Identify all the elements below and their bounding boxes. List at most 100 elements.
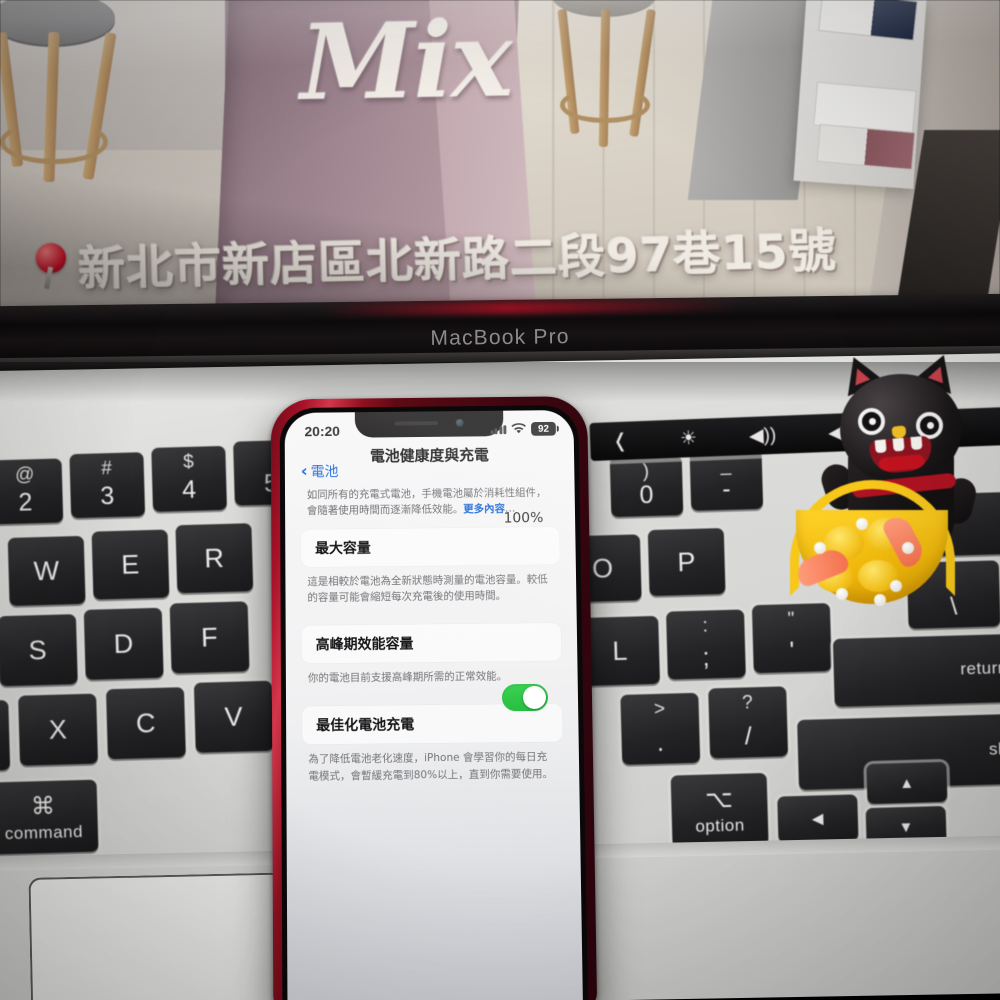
key-4[interactable]: $ 4 <box>151 445 228 512</box>
maximum-capacity-value: 100% <box>503 509 544 527</box>
key-command[interactable]: ⌘ command <box>0 779 99 855</box>
key-3[interactable]: # 3 <box>69 452 146 519</box>
bar-stool <box>0 0 125 183</box>
peak-performance-footnote: 你的電池目前支援高峰期所需的正常效能。 <box>307 670 508 685</box>
key-return-label: return <box>960 658 1000 679</box>
key-e[interactable]: E <box>91 529 170 600</box>
key-x-label: X <box>48 713 68 745</box>
key-p-label: P <box>676 546 697 577</box>
key-d[interactable]: D <box>83 607 164 680</box>
key-quote-label: ' <box>789 637 796 666</box>
black-cat-figurine <box>782 348 1000 633</box>
key-e-label: E <box>120 548 141 580</box>
key-option-right[interactable]: ⌥ option <box>670 772 769 848</box>
stool-footrest <box>560 87 650 123</box>
photo-scene: Mix 新北市新店區北新路二段97巷15號 MacBook Pro @ 2 # … <box>0 0 1000 1000</box>
chevron-left-icon: ‹ <box>300 461 308 481</box>
key-z[interactable]: Z <box>0 700 11 773</box>
pearl-item <box>856 518 868 530</box>
key-arrow-left[interactable]: ◀ <box>777 794 859 843</box>
key-period-label: . <box>656 728 665 757</box>
key-r[interactable]: R <box>175 523 254 594</box>
peak-performance-row[interactable]: 高峰期效能容量 <box>301 622 562 664</box>
key-p[interactable]: P <box>647 527 726 597</box>
maximum-capacity-row[interactable]: 100% 最大容量 <box>301 510 560 567</box>
key-x[interactable]: X <box>18 693 99 766</box>
key-2-shift-label: @ <box>14 464 36 486</box>
maximum-capacity-label: 最大容量 <box>315 540 371 557</box>
battery-level-label: 92 <box>537 423 550 435</box>
stool-footrest <box>0 120 108 164</box>
arrow-left-icon: ◀ <box>811 810 825 828</box>
key-minus[interactable]: _ - <box>689 448 764 511</box>
key-0-shift-label: ) <box>642 461 650 483</box>
key-arrow-up[interactable]: ▲ <box>866 761 948 805</box>
brightness-icon[interactable]: ☀ <box>680 427 698 449</box>
pearl-item <box>814 542 826 554</box>
key-f-label: F <box>200 621 219 653</box>
optimized-charging-label: 最佳化電池充電 <box>316 717 415 735</box>
key-period[interactable]: > . <box>620 692 701 765</box>
key-option-label: option <box>695 815 745 836</box>
optimized-charging-toggle[interactable] <box>501 684 549 712</box>
key-s-label: S <box>28 634 48 665</box>
key-slash[interactable]: ? / <box>708 686 789 759</box>
navigation-bar: 電池健康度與充電 ‹ 電池 <box>285 443 575 481</box>
key-v-label: V <box>224 701 244 732</box>
key-2[interactable]: @ 2 <box>0 458 64 525</box>
key-d-label: D <box>113 628 135 659</box>
key-s[interactable]: S <box>0 614 78 687</box>
key-0-label: 0 <box>639 480 655 510</box>
learn-more-link[interactable]: 更多內容 <box>463 503 505 515</box>
key-minus-shift-label: _ <box>720 454 732 477</box>
key-v[interactable]: V <box>193 680 274 753</box>
status-time: 20:20 <box>304 423 340 440</box>
arrow-up-icon: ▲ <box>898 774 915 792</box>
back-button[interactable]: ‹ 電池 <box>301 461 339 481</box>
cat-eye-right <box>916 412 943 439</box>
command-symbol: ⌘ <box>30 792 56 820</box>
key-slash-label: / <box>744 722 753 751</box>
key-0[interactable]: ) 0 <box>609 455 684 518</box>
chevron-left-icon[interactable]: ❬ <box>612 430 629 452</box>
key-colon-label: : <box>702 615 709 637</box>
key-semicolon[interactable]: : ; <box>666 609 746 680</box>
key-3-shift-label: # <box>100 458 113 480</box>
key-l-label: L <box>611 635 629 666</box>
key-4-shift-label: $ <box>182 451 195 474</box>
key-r-label: R <box>203 542 225 574</box>
maximum-capacity-footnote: 這是相較於電池為全新狀態時測量的電池容量。較低的容量可能會縮短每次充電後的使用時… <box>307 573 548 604</box>
cat-eye-left <box>858 408 885 435</box>
battery-indicator: 92 <box>530 421 556 436</box>
key-l[interactable]: L <box>580 615 661 687</box>
iphone-screen[interactable]: 20:20 92 電池健康度與充電 ‹ 電池 如同所有的充電式電池，手機電池屬於… <box>284 409 583 1000</box>
key-4-label: 4 <box>181 475 198 505</box>
key-question-label: ? <box>741 692 754 714</box>
volume-up-icon[interactable]: ◀)) <box>749 424 777 446</box>
pearl-item <box>902 542 914 554</box>
key-3-label: 3 <box>99 481 116 511</box>
key-semicolon-label: ; <box>702 643 711 672</box>
optimized-charging-row[interactable]: 最佳化電池充電 <box>302 684 563 745</box>
wifi-icon <box>511 422 526 436</box>
arrow-down-icon: ▼ <box>898 818 915 836</box>
back-button-label: 電池 <box>310 464 339 481</box>
peak-performance-label: 高峰期效能容量 <box>315 636 414 654</box>
option-symbol: ⌥ <box>704 785 734 814</box>
key-2-label: 2 <box>18 488 34 517</box>
key-o-label: O <box>591 552 614 584</box>
key-return[interactable]: return <box>832 633 1000 707</box>
key-w[interactable]: W <box>7 535 86 606</box>
laptop-display: Mix 新北市新店區北新路二段97巷15號 <box>0 0 1000 310</box>
key-command-label: command <box>4 821 84 843</box>
key-f[interactable]: F <box>169 601 250 674</box>
key-c[interactable]: C <box>105 687 186 760</box>
key-shift-label: sh <box>988 739 1000 759</box>
pearl-item <box>890 580 902 592</box>
bezel-reflection <box>319 299 740 317</box>
key-c-label: C <box>135 707 157 738</box>
iphone-device[interactable]: 20:20 92 電池健康度與充電 ‹ 電池 如同所有的充電式電池，手機電池屬於… <box>270 396 598 1000</box>
key-greater-label: > <box>653 698 666 721</box>
optimized-charging-footnote: 為了降低電池老化速度，iPhone 會學習你的每日充電模式，會暫緩充電到80%以… <box>308 751 554 783</box>
store-sign-logo: Mix <box>298 0 512 124</box>
